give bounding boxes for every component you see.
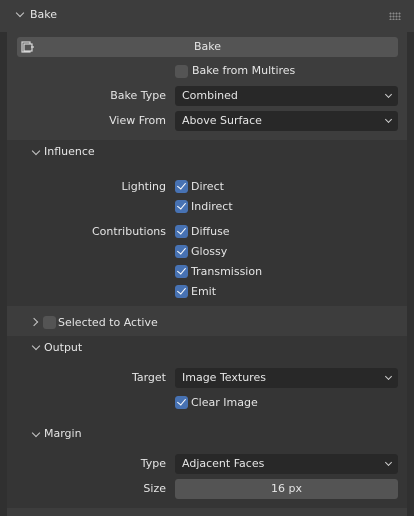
- bake-panel-header[interactable]: [0, 0, 414, 32]
- selected-to-active-checkbox[interactable]: [43, 316, 56, 329]
- margin-title[interactable]: Margin: [44, 427, 82, 440]
- bake-type-value: Combined: [182, 89, 238, 102]
- diffuse-checkbox[interactable]: [175, 225, 188, 238]
- margin-type-dropdown[interactable]: Adjacent Faces: [175, 454, 398, 474]
- transmission-checkbox[interactable]: [175, 265, 188, 278]
- indirect-label[interactable]: Indirect: [191, 200, 233, 213]
- glossy-label[interactable]: Glossy: [191, 245, 227, 258]
- view-from-dropdown[interactable]: Above Surface: [175, 111, 398, 131]
- chevron-down-icon: [384, 458, 393, 467]
- margin-size-value: 16 px: [271, 482, 302, 495]
- bake-type-dropdown[interactable]: Combined: [175, 86, 398, 106]
- transmission-label[interactable]: Transmission: [191, 265, 262, 278]
- bake-type-label: Bake Type: [110, 89, 166, 102]
- panel-bottom-edge: [7, 509, 407, 516]
- view-from-label: View From: [109, 114, 166, 127]
- bake-panel-title: Bake: [30, 8, 58, 21]
- margin-type-label: Type: [140, 457, 166, 470]
- margin-size-label: Size: [143, 482, 166, 495]
- direct-label[interactable]: Direct: [191, 180, 224, 193]
- glossy-checkbox[interactable]: [175, 245, 188, 258]
- clear-image-label[interactable]: Clear Image: [191, 396, 258, 409]
- bake-button-label: Bake: [193, 40, 222, 53]
- influence-subpanel: [7, 140, 407, 306]
- diffuse-label[interactable]: Diffuse: [191, 225, 230, 238]
- chevron-down-icon: [384, 115, 393, 124]
- chevron-down-icon: [384, 90, 393, 99]
- emit-label[interactable]: Emit: [191, 285, 216, 298]
- bake-from-multires-label[interactable]: Bake from Multires: [192, 64, 295, 77]
- target-dropdown[interactable]: Image Textures: [175, 368, 398, 388]
- emit-checkbox[interactable]: [175, 285, 188, 298]
- chevron-down-icon: [384, 372, 393, 381]
- output-title[interactable]: Output: [44, 341, 82, 354]
- clear-image-checkbox[interactable]: [175, 396, 188, 409]
- drag-grip-icon[interactable]: [389, 12, 401, 20]
- bake-render-icon: [21, 41, 34, 53]
- selected-to-active-label[interactable]: Selected to Active: [58, 316, 158, 329]
- bake-from-multires-checkbox[interactable]: [175, 65, 188, 78]
- indirect-checkbox[interactable]: [175, 200, 188, 213]
- influence-title[interactable]: Influence: [44, 145, 95, 158]
- lighting-label: Lighting: [121, 180, 166, 193]
- target-label: Target: [131, 371, 166, 384]
- target-value: Image Textures: [182, 371, 266, 384]
- margin-size-field[interactable]: 16 px: [175, 479, 398, 499]
- bake-button[interactable]: Bake: [17, 37, 398, 57]
- view-from-value: Above Surface: [182, 114, 262, 127]
- direct-checkbox[interactable]: [175, 180, 188, 193]
- contributions-label: Contributions: [91, 225, 166, 238]
- margin-type-value: Adjacent Faces: [182, 457, 265, 470]
